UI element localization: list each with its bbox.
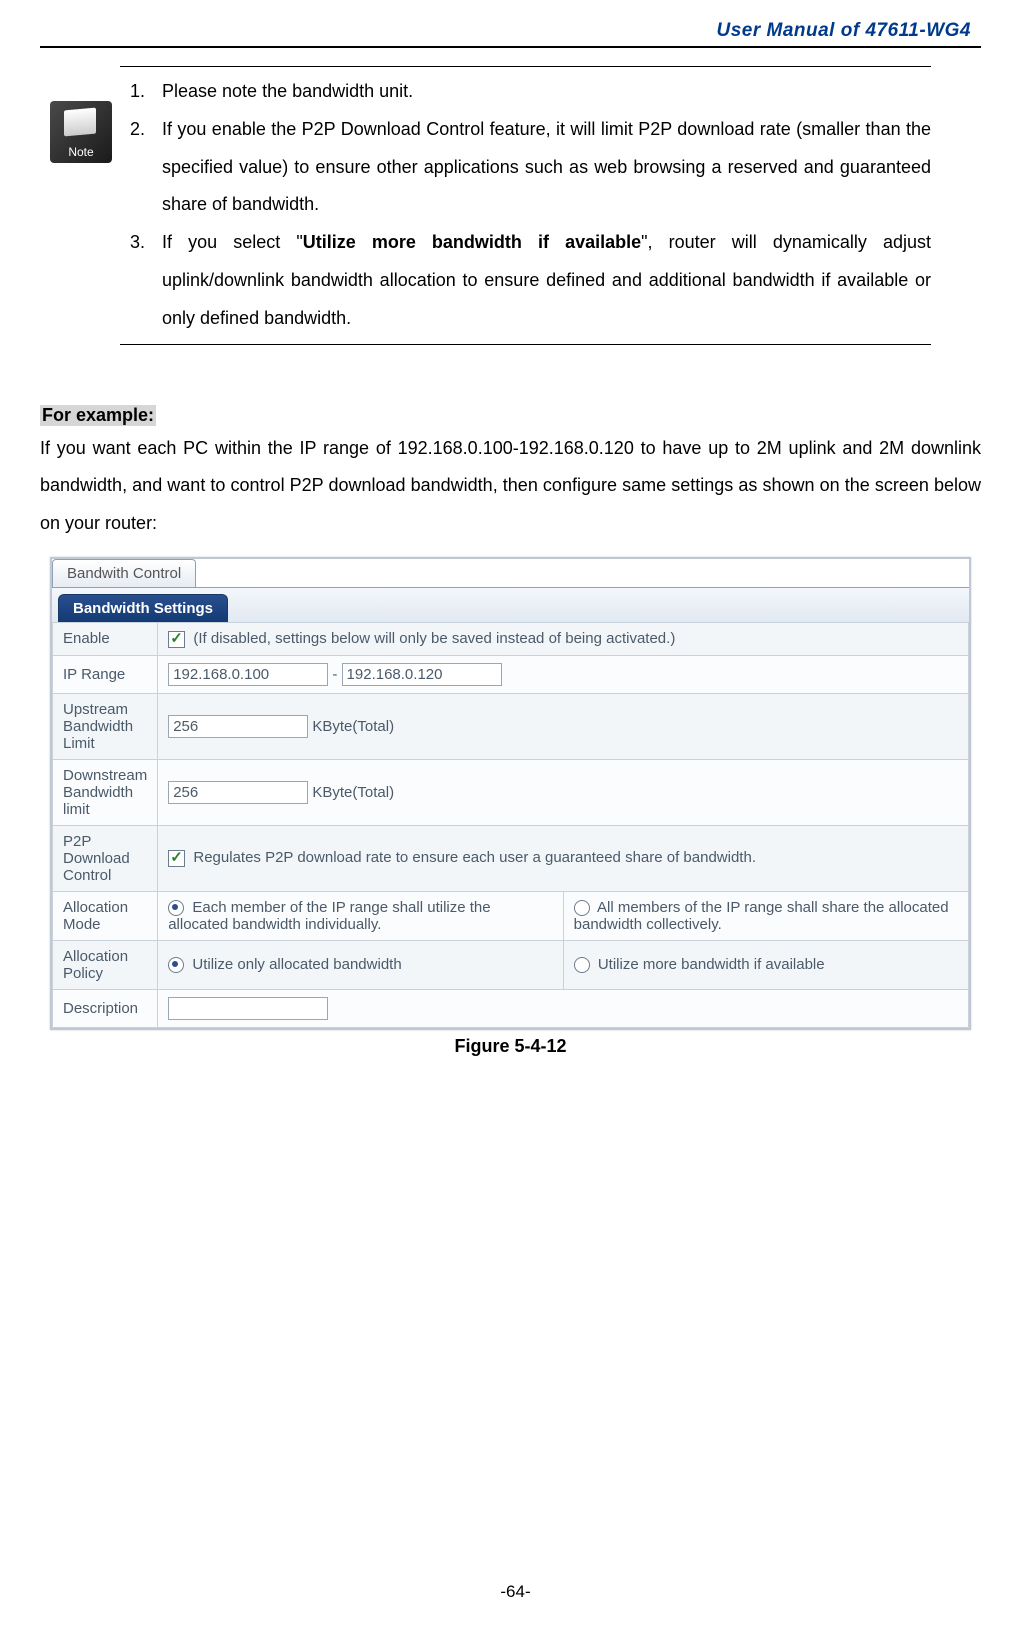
page-number: -64-: [0, 1582, 1031, 1602]
mode-radio-collective[interactable]: [574, 900, 590, 916]
mode-opt2-text: All members of the IP range shall share …: [574, 899, 949, 933]
row-description-label: Description: [53, 989, 158, 1027]
note-item-3: If you select "Utilize more bandwidth if…: [150, 224, 931, 337]
row-p2p-label: P2P Download Control: [53, 825, 158, 891]
upstream-input[interactable]: [168, 715, 308, 738]
page-header-title: User Manual of 47611-WG4: [40, 20, 981, 42]
figure-screenshot: Bandwith Control Bandwidth Settings Enab…: [50, 557, 971, 1030]
policy-radio-more[interactable]: [574, 957, 590, 973]
p2p-checkbox[interactable]: [168, 850, 185, 867]
enable-text: (If disabled, settings below will only b…: [193, 630, 675, 647]
note-list: Please note the bandwidth unit. If you e…: [120, 73, 931, 338]
description-input[interactable]: [168, 997, 328, 1020]
p2p-text: Regulates P2P download rate to ensure ea…: [193, 849, 756, 866]
example-label: For example:: [40, 405, 156, 426]
ip-end-input[interactable]: [342, 663, 502, 686]
enable-checkbox[interactable]: [168, 631, 185, 648]
note-item-1: Please note the bandwidth unit.: [150, 73, 931, 111]
figure-caption: Figure 5-4-12: [40, 1036, 981, 1057]
note-icon: [50, 101, 112, 163]
row-mode-label: Allocation Mode: [53, 891, 158, 940]
policy-radio-only[interactable]: [168, 957, 184, 973]
row-enable-label: Enable: [53, 622, 158, 655]
tab-bandwidth-control[interactable]: Bandwith Control: [52, 559, 196, 587]
example-text: If you want each PC within the IP range …: [40, 430, 981, 543]
policy-opt2-text: Utilize more bandwidth if available: [598, 956, 825, 973]
row-upstream-label: Upstream Bandwidth Limit: [53, 693, 158, 759]
upstream-unit: KByte(Total): [312, 718, 394, 735]
mode-radio-individual[interactable]: [168, 900, 184, 916]
row-policy-label: Allocation Policy: [53, 940, 158, 989]
ip-start-input[interactable]: [168, 663, 328, 686]
row-downstream-label: Downstream Bandwidth limit: [53, 759, 158, 825]
subtab-bandwidth-settings[interactable]: Bandwidth Settings: [58, 594, 228, 622]
mode-opt1-text: Each member of the IP range shall utiliz…: [168, 899, 490, 933]
downstream-unit: KByte(Total): [312, 784, 394, 801]
header-rule: [40, 46, 981, 48]
row-ip-label: IP Range: [53, 655, 158, 693]
downstream-input[interactable]: [168, 781, 308, 804]
note-item-2: If you enable the P2P Download Control f…: [150, 111, 931, 224]
policy-opt1-text: Utilize only allocated bandwidth: [192, 956, 401, 973]
